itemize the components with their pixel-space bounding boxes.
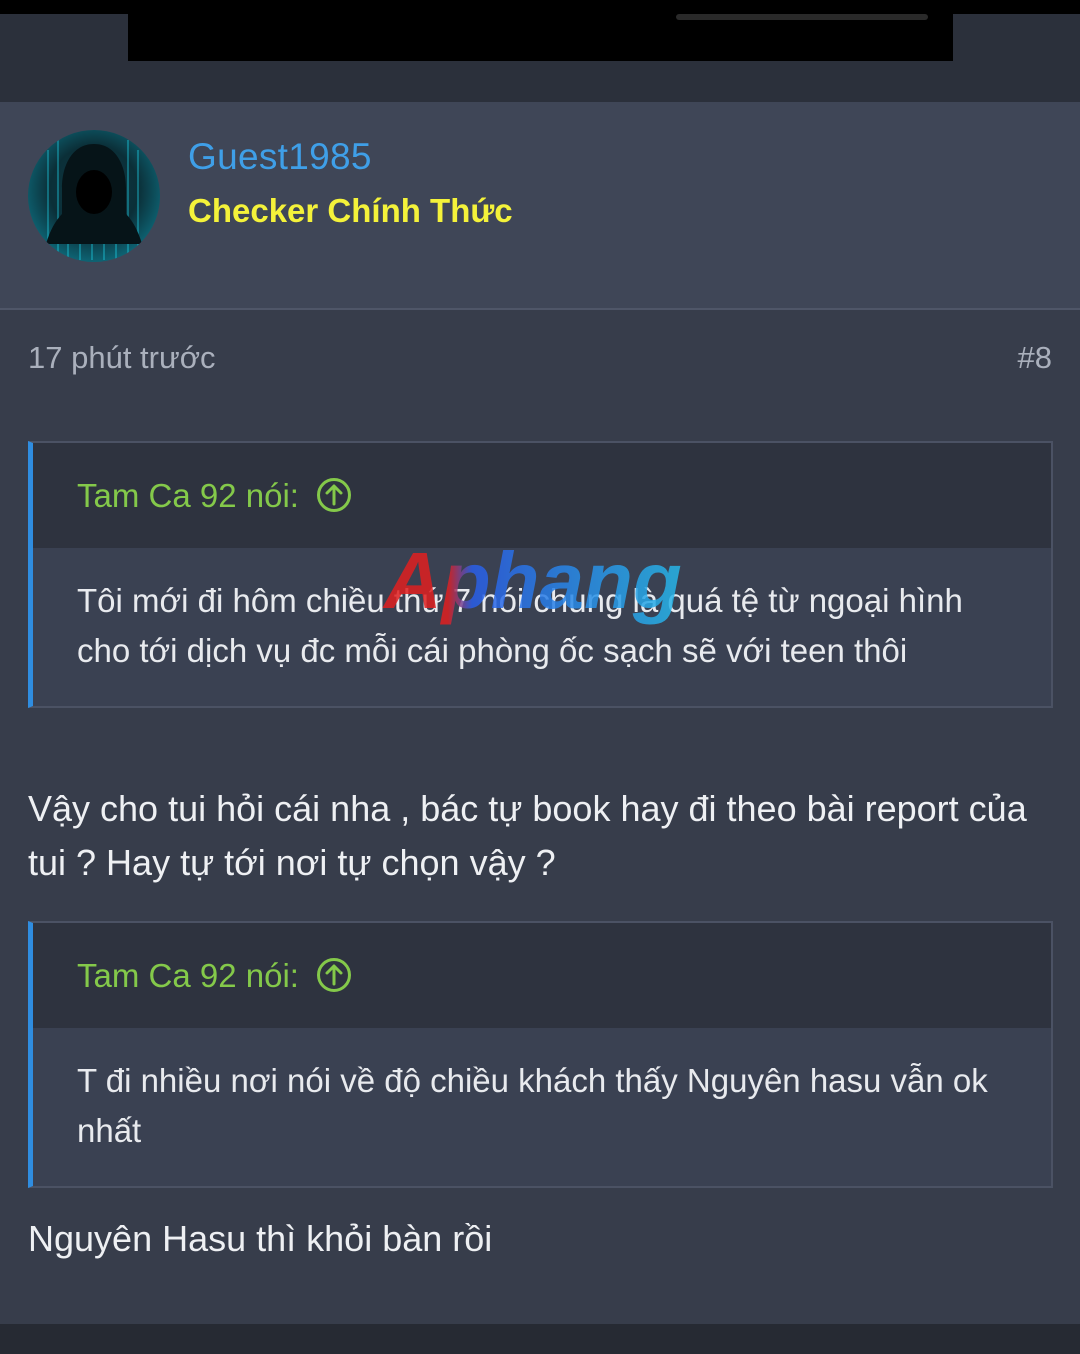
quote-header[interactable]: Tam Ca 92 nói:: [33, 443, 1051, 548]
quote-text: T đi nhiều nơi nói về độ chiều khách thấ…: [77, 1062, 988, 1149]
watermark-logo: Aphang: [382, 538, 682, 625]
quote-header[interactable]: Tam Ca 92 nói:: [33, 923, 1051, 1028]
arrow-up-circle-icon[interactable]: [316, 957, 352, 993]
post-user-header: Guest1985 Checker Chính Thức: [0, 102, 1080, 310]
quote-author[interactable]: Tam Ca 92 nói:: [77, 477, 299, 514]
redacted-area: [128, 0, 953, 61]
reply-text: Nguyên Hasu thì khỏi bàn rồi: [28, 1218, 493, 1259]
forum-post: Guest1985 Checker Chính Thức 17 phút trư…: [0, 102, 1080, 1324]
reply-text: Vậy cho tui hỏi cái nha , bác tự book ha…: [28, 788, 1027, 883]
quote-author[interactable]: Tam Ca 92 nói:: [77, 957, 299, 994]
page-bottom: [0, 1324, 1080, 1354]
username[interactable]: Guest1985: [188, 136, 372, 178]
svg-text:Aphang: Aphang: [382, 538, 682, 625]
user-title: Checker Chính Thức: [188, 192, 513, 229]
quote-block: Tam Ca 92 nói: T đi nhiều nơi nói về độ …: [28, 921, 1053, 1188]
avatar[interactable]: [28, 130, 160, 262]
hooded-hacker-icon: [46, 140, 142, 260]
arrow-up-circle-icon[interactable]: [316, 477, 352, 513]
post-timestamp[interactable]: 17 phút trước: [28, 340, 216, 376]
post-number[interactable]: #8: [1018, 340, 1052, 376]
